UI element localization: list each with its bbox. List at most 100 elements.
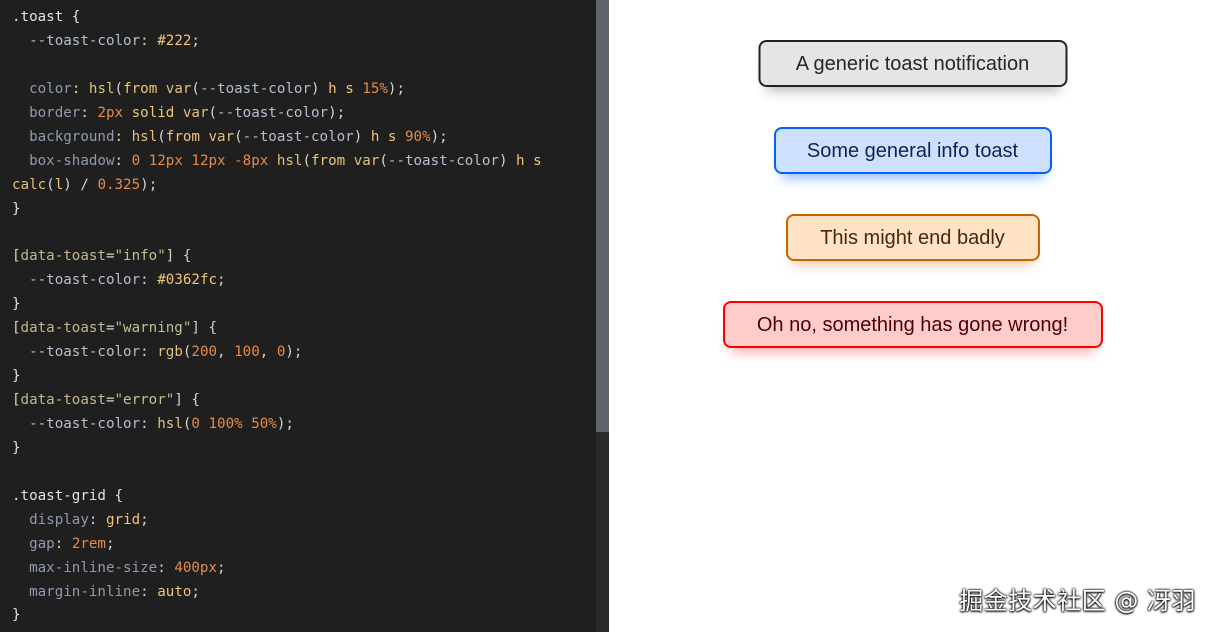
code-token: ); bbox=[430, 128, 448, 145]
code-token: display bbox=[29, 511, 89, 528]
code-line: box-shadow: 0 12px 12px -8px hsl(from va… bbox=[12, 150, 542, 174]
code-token: ] { bbox=[165, 248, 192, 265]
code-token: max-inline-size bbox=[29, 559, 158, 576]
code-token: color bbox=[29, 80, 72, 97]
code-token: box-shadow bbox=[29, 152, 115, 169]
code-line: color: hsl(from var(--toast-color) h s 1… bbox=[12, 78, 542, 102]
code-line: border: 2px solid var(--toast-color); bbox=[12, 102, 542, 126]
code-token: 2px bbox=[97, 104, 124, 121]
code-token: rgb bbox=[157, 344, 183, 361]
code-token: l bbox=[54, 176, 64, 193]
code-token: 2rem bbox=[71, 535, 106, 552]
code-line: calc(l) / 0.325); bbox=[12, 174, 542, 198]
editor-scrollbar[interactable] bbox=[596, 0, 609, 632]
code-token: ) bbox=[311, 80, 329, 97]
code-token: [ bbox=[12, 392, 21, 408]
code-token: grid bbox=[105, 511, 141, 528]
code-token: hsl bbox=[157, 415, 183, 432]
code-token: } bbox=[12, 439, 21, 456]
code-token: = bbox=[105, 248, 115, 265]
code-line: } bbox=[12, 365, 542, 389]
code-token: data-toast bbox=[20, 320, 106, 337]
code-token: : bbox=[140, 583, 158, 600]
code-token: = bbox=[105, 320, 115, 337]
code-token: hsl bbox=[131, 128, 158, 145]
code-token: 15% bbox=[362, 80, 388, 97]
code-line: --toast-color: rgb(200, 100, 0); bbox=[12, 341, 542, 365]
code-token: ( bbox=[302, 152, 311, 169]
code-line: background: hsl(from var(--toast-color) … bbox=[12, 126, 542, 150]
code-token: 90% bbox=[404, 128, 431, 145]
code-token: var bbox=[182, 104, 209, 121]
code-token: 400px bbox=[174, 559, 218, 576]
code-token: from bbox=[123, 80, 158, 97]
code-token: --toast-color bbox=[29, 272, 141, 289]
code-token: ; bbox=[191, 583, 200, 600]
code-token: ); bbox=[276, 415, 294, 432]
code-token: .toast-grid { bbox=[12, 487, 124, 504]
code-token: : bbox=[140, 32, 158, 49]
code-token: 200 bbox=[191, 344, 218, 361]
code-token: } bbox=[12, 296, 21, 313]
code-line: [data-toast="error"] { bbox=[12, 389, 542, 413]
css-code-block[interactable]: .toast { --toast-color: #222; color: hsl… bbox=[12, 6, 542, 628]
code-token: border bbox=[29, 104, 81, 121]
code-token: : bbox=[88, 511, 106, 528]
code-line: } bbox=[12, 604, 542, 628]
code-token: : bbox=[114, 152, 132, 169]
code-token: hsl bbox=[276, 152, 303, 169]
code-token: from bbox=[311, 152, 346, 169]
code-token: --toast-color bbox=[387, 152, 499, 169]
code-token: auto bbox=[157, 583, 192, 600]
toast-warning: This might end badly bbox=[785, 214, 1040, 261]
code-token: = bbox=[105, 392, 115, 408]
code-token: : bbox=[140, 344, 158, 361]
toast-info: Some general info toast bbox=[773, 127, 1052, 174]
code-token: h s bbox=[328, 80, 354, 97]
code-token: ; bbox=[217, 559, 226, 576]
code-token: } bbox=[12, 368, 21, 385]
toast-generic: A generic toast notification bbox=[758, 40, 1067, 87]
code-token: ( bbox=[46, 176, 55, 193]
code-token: data-toast bbox=[20, 248, 106, 265]
code-token: 100 bbox=[234, 344, 260, 361]
code-line: margin-inline: auto; bbox=[12, 581, 542, 605]
code-token: : bbox=[157, 559, 175, 576]
code-token: : bbox=[140, 272, 158, 289]
editor-scrollbar-thumb[interactable] bbox=[596, 0, 609, 432]
code-line: gap: 2rem; bbox=[12, 533, 542, 557]
code-token: "error" bbox=[114, 392, 175, 408]
code-token: : bbox=[54, 535, 72, 552]
code-token: ; bbox=[140, 511, 149, 528]
code-token: ( bbox=[114, 80, 124, 97]
code-line: } bbox=[12, 293, 542, 317]
code-token: ; bbox=[217, 272, 226, 289]
code-token: ; bbox=[191, 32, 200, 49]
code-token: ) bbox=[498, 152, 517, 169]
code-token: 0.325 bbox=[97, 176, 141, 193]
code-token: : bbox=[140, 415, 158, 432]
code-line: .toast { bbox=[12, 6, 542, 30]
code-editor-panel[interactable]: .toast { --toast-color: #222; color: hsl… bbox=[0, 0, 609, 632]
code-line: } bbox=[12, 198, 542, 222]
code-token: --toast-color bbox=[242, 128, 354, 145]
code-token: , bbox=[217, 344, 235, 361]
code-token: "warning" bbox=[114, 320, 192, 337]
code-token: ( bbox=[191, 80, 200, 97]
preview-panel: A generic toast notification Some genera… bbox=[609, 0, 1216, 632]
code-token: : bbox=[80, 104, 98, 121]
code-line: --toast-color: #0362fc; bbox=[12, 269, 542, 293]
code-token: ); bbox=[285, 344, 303, 361]
